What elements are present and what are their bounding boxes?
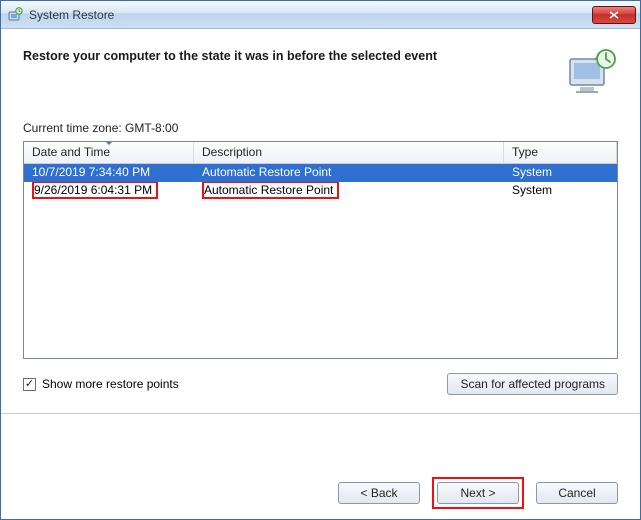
table-row[interactable]: 10/7/2019 7:34:40 PM Automatic Restore P… bbox=[24, 164, 617, 182]
column-header-description[interactable]: Description bbox=[194, 142, 504, 163]
column-header-datetime[interactable]: Date and Time bbox=[24, 142, 194, 163]
annotation-highlight: Next > bbox=[432, 477, 524, 509]
system-restore-window: System Restore Restore your computer to … bbox=[0, 0, 641, 520]
table-body: 10/7/2019 7:34:40 PM Automatic Restore P… bbox=[24, 164, 617, 200]
cell-description: Automatic Restore Point bbox=[194, 182, 504, 200]
below-table-row: ✓ Show more restore points Scan for affe… bbox=[23, 373, 618, 395]
titlebar: System Restore bbox=[1, 1, 640, 29]
sort-indicator-icon bbox=[105, 141, 113, 145]
table-header: Date and Time Description Type bbox=[24, 142, 617, 164]
close-icon bbox=[609, 11, 619, 19]
scan-affected-button[interactable]: Scan for affected programs bbox=[447, 373, 618, 395]
restore-monitor-icon bbox=[566, 47, 618, 99]
table-row[interactable]: 9/26/2019 6:04:31 PM Automatic Restore P… bbox=[24, 182, 617, 200]
checkbox-label: Show more restore points bbox=[42, 377, 179, 391]
close-button[interactable] bbox=[592, 6, 636, 24]
timezone-label: Current time zone: GMT-8:00 bbox=[23, 121, 618, 135]
restore-points-table: Date and Time Description Type 10/7/2019… bbox=[23, 141, 618, 359]
annotation-highlight: Automatic Restore Point bbox=[202, 182, 339, 199]
column-header-type[interactable]: Type bbox=[504, 142, 617, 163]
system-restore-icon bbox=[7, 7, 23, 23]
content-area: Restore your computer to the state it wa… bbox=[1, 29, 640, 467]
cell-datetime: 9/26/2019 6:04:31 PM bbox=[24, 182, 194, 200]
cell-type: System bbox=[504, 182, 617, 200]
cell-type: System bbox=[504, 164, 617, 182]
column-header-text: Date and Time bbox=[32, 145, 110, 159]
cell-datetime: 10/7/2019 7:34:40 PM bbox=[24, 164, 194, 182]
checkbox-box: ✓ bbox=[23, 378, 36, 391]
window-title: System Restore bbox=[29, 8, 592, 22]
cell-description: Automatic Restore Point bbox=[194, 164, 504, 182]
header-row: Restore your computer to the state it wa… bbox=[23, 47, 618, 99]
back-button[interactable]: < Back bbox=[338, 482, 420, 504]
wizard-footer: < Back Next > Cancel bbox=[1, 467, 640, 519]
annotation-highlight: 9/26/2019 6:04:31 PM bbox=[32, 182, 158, 199]
separator bbox=[1, 413, 640, 414]
page-headline: Restore your computer to the state it wa… bbox=[23, 47, 556, 63]
next-button[interactable]: Next > bbox=[437, 482, 519, 504]
cancel-button[interactable]: Cancel bbox=[536, 482, 618, 504]
show-more-checkbox[interactable]: ✓ Show more restore points bbox=[23, 377, 179, 391]
